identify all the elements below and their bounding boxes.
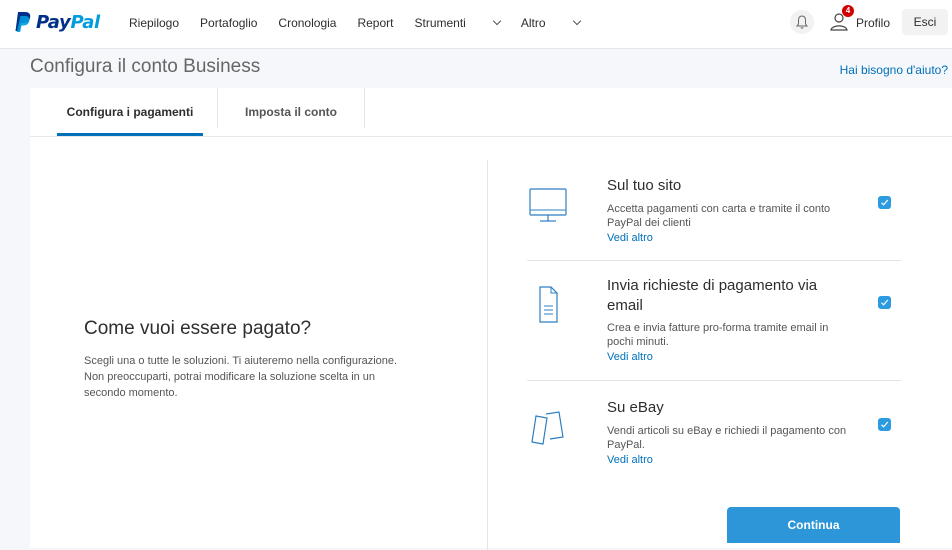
setup-tabs: Configura i pagamenti Imposta il conto [30, 88, 952, 137]
checkmark-icon [881, 299, 889, 306]
setup-card: Configura i pagamenti Imposta il conto C… [30, 88, 952, 550]
logout-button[interactable]: Esci [902, 9, 948, 35]
monitor-icon [527, 184, 569, 231]
main-nav: Riepilogo Portafoglio Cronologia Report … [129, 16, 601, 30]
checkmark-icon [881, 421, 889, 428]
option-checkbox[interactable] [878, 296, 891, 309]
tab-configura-pagamenti[interactable]: Configura i pagamenti [57, 88, 203, 136]
nav-altro-label: Altro [520, 16, 546, 30]
logo-pay: Pay [36, 11, 71, 33]
paypal-logo[interactable]: PayPal [14, 10, 100, 34]
checkmark-icon [881, 199, 889, 206]
paypal-p-icon [15, 12, 31, 32]
top-navigation: PayPal Riepilogo Portafoglio Cronologia … [0, 0, 952, 49]
option-title: Su eBay [607, 399, 664, 416]
nav-report[interactable]: Report [357, 16, 393, 30]
notifications-button[interactable] [790, 10, 814, 34]
notification-badge: 4 [842, 5, 854, 17]
cards-icon [527, 406, 569, 453]
option-sul-tuo-sito: Sul tuo sito Accetta pagamenti con carta… [527, 176, 901, 256]
nav-riepilogo[interactable]: Riepilogo [129, 16, 179, 30]
option-title: Invia richieste di pagamento via email [607, 277, 818, 314]
option-description: Vendi articoli su eBay e richiedi il pag… [607, 425, 847, 451]
see-more-link[interactable]: Vedi altro [607, 351, 653, 363]
invoice-icon [527, 284, 569, 331]
continue-button[interactable]: Continua [727, 507, 900, 543]
nav-strumenti-label: Strumenti [414, 16, 466, 30]
intro-title: Come vuoi essere pagato? [84, 318, 312, 339]
option-checkbox[interactable] [878, 418, 891, 431]
option-richieste-email: Invia richieste di pagamento via email C… [527, 276, 901, 368]
option-title: Sul tuo sito [607, 177, 682, 194]
profile-label[interactable]: Profilo [856, 16, 890, 30]
logo-pal: Pal [70, 11, 100, 33]
intro-description: Scegli una o tutte le soluzioni. Ti aiut… [84, 355, 398, 399]
page-title: Configura il conto Business [30, 56, 261, 77]
see-more-link[interactable]: Vedi altro [607, 232, 653, 244]
bell-icon [796, 15, 808, 29]
tab-imposta-conto[interactable]: Imposta il conto [218, 88, 364, 136]
see-more-link[interactable]: Vedi altro [607, 454, 653, 466]
nav-strumenti[interactable]: Strumenti [414, 16, 502, 30]
nav-cronologia[interactable]: Cronologia [278, 16, 336, 30]
option-checkbox[interactable] [878, 196, 891, 209]
chevron-down-icon [572, 16, 581, 26]
tab-divider [364, 88, 365, 128]
column-divider [487, 160, 488, 550]
help-link[interactable]: Hai bisogno d'aiuto? [840, 63, 948, 77]
option-divider [527, 380, 901, 381]
option-divider [527, 260, 901, 261]
option-description: Accetta pagamenti con carta e tramite il… [607, 203, 831, 229]
nav-portafoglio[interactable]: Portafoglio [200, 16, 257, 30]
chevron-down-icon [492, 16, 502, 26]
paypal-wordmark: PayPal [36, 12, 100, 33]
option-description: Crea e invia fatture pro-forma tramite e… [607, 322, 829, 348]
option-su-ebay: Su eBay Vendi articoli su eBay e richied… [527, 398, 901, 478]
nav-altro[interactable]: Altro [520, 16, 581, 30]
